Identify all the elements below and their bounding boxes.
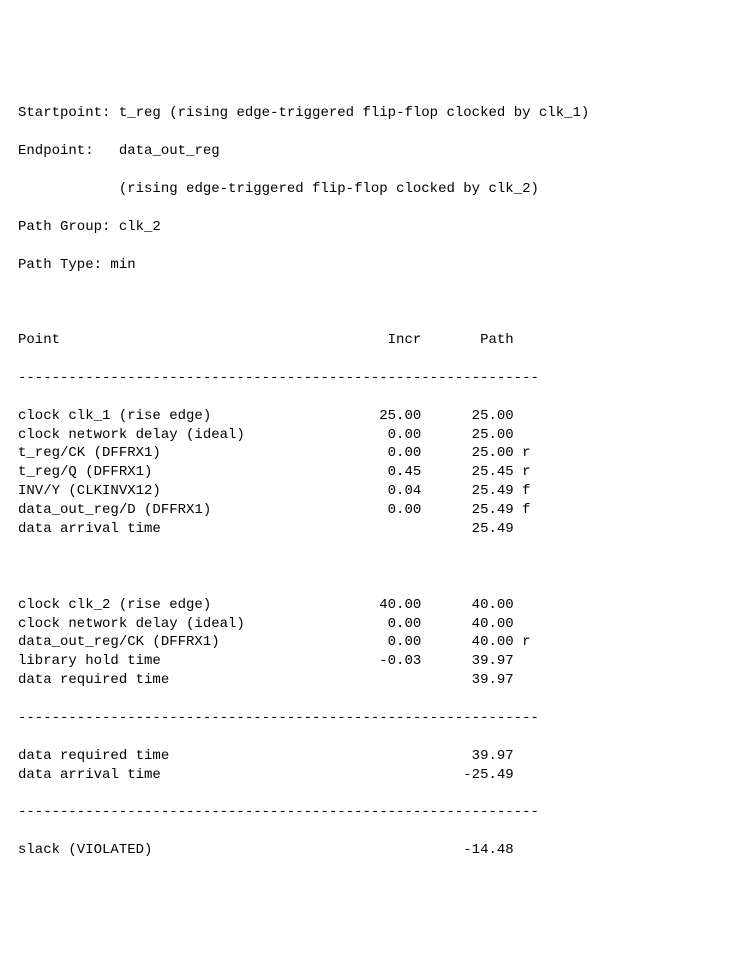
arrival-row: t_reg/Q (DFFRX1) 0.45 25.45 r	[18, 463, 718, 482]
endpoint-detail-indent	[18, 181, 119, 197]
endpoint-value: data_out_reg	[119, 143, 220, 159]
arrival-row: clock clk_1 (rise edge) 25.00 25.00	[18, 407, 718, 426]
arrival-block: clock clk_1 (rise edge) 25.00 25.00clock…	[18, 407, 718, 539]
arrival-row: INV/Y (CLKINVX12) 0.04 25.49 f	[18, 482, 718, 501]
blank-line	[18, 293, 718, 312]
path-group-value: clk_2	[119, 219, 161, 235]
required-row: clock network delay (ideal) 0.00 40.00	[18, 615, 718, 634]
summary-block: data required time 39.97data arrival tim…	[18, 747, 718, 785]
startpoint-label: Startpoint:	[18, 105, 110, 121]
required-row: data_out_reg/CK (DFFRX1) 0.00 40.00 r	[18, 633, 718, 652]
endpoint-line: Endpoint: data_out_reg	[18, 142, 718, 161]
dash-line: ----------------------------------------…	[18, 709, 718, 728]
timing-report: Startpoint: t_reg (rising edge-triggered…	[18, 86, 718, 879]
slack-line: slack (VIOLATED) -14.48	[18, 841, 718, 860]
arrival-row: t_reg/CK (DFFRX1) 0.00 25.00 r	[18, 444, 718, 463]
path-type-line: Path Type: min	[18, 256, 718, 275]
dash-line: ----------------------------------------…	[18, 369, 718, 388]
arrival-row: data arrival time 25.49	[18, 520, 718, 539]
path-group-label: Path Group:	[18, 219, 110, 235]
endpoint-label: Endpoint:	[18, 143, 94, 159]
arrival-row: clock network delay (ideal) 0.00 25.00	[18, 426, 718, 445]
arrival-row: data_out_reg/D (DFFRX1) 0.00 25.49 f	[18, 501, 718, 520]
required-row: library hold time -0.03 39.97	[18, 652, 718, 671]
path-group-line: Path Group: clk_2	[18, 218, 718, 237]
required-row: data required time 39.97	[18, 671, 718, 690]
required-block: clock clk_2 (rise edge) 40.00 40.00clock…	[18, 596, 718, 690]
summary-row: data arrival time -25.49	[18, 766, 718, 785]
startpoint-line: Startpoint: t_reg (rising edge-triggered…	[18, 104, 718, 123]
path-type-label: Path Type:	[18, 257, 102, 273]
endpoint-detail-line: (rising edge-triggered flip-flop clocked…	[18, 180, 718, 199]
blank-line	[18, 558, 718, 577]
endpoint-detail: (rising edge-triggered flip-flop clocked…	[119, 181, 539, 197]
column-header-line: Point Incr Path	[18, 331, 718, 350]
path-type-value: min	[110, 257, 135, 273]
summary-row: data required time 39.97	[18, 747, 718, 766]
dash-line: ----------------------------------------…	[18, 803, 718, 822]
required-row: clock clk_2 (rise edge) 40.00 40.00	[18, 596, 718, 615]
startpoint-value: t_reg (rising edge-triggered flip-flop c…	[119, 105, 589, 121]
